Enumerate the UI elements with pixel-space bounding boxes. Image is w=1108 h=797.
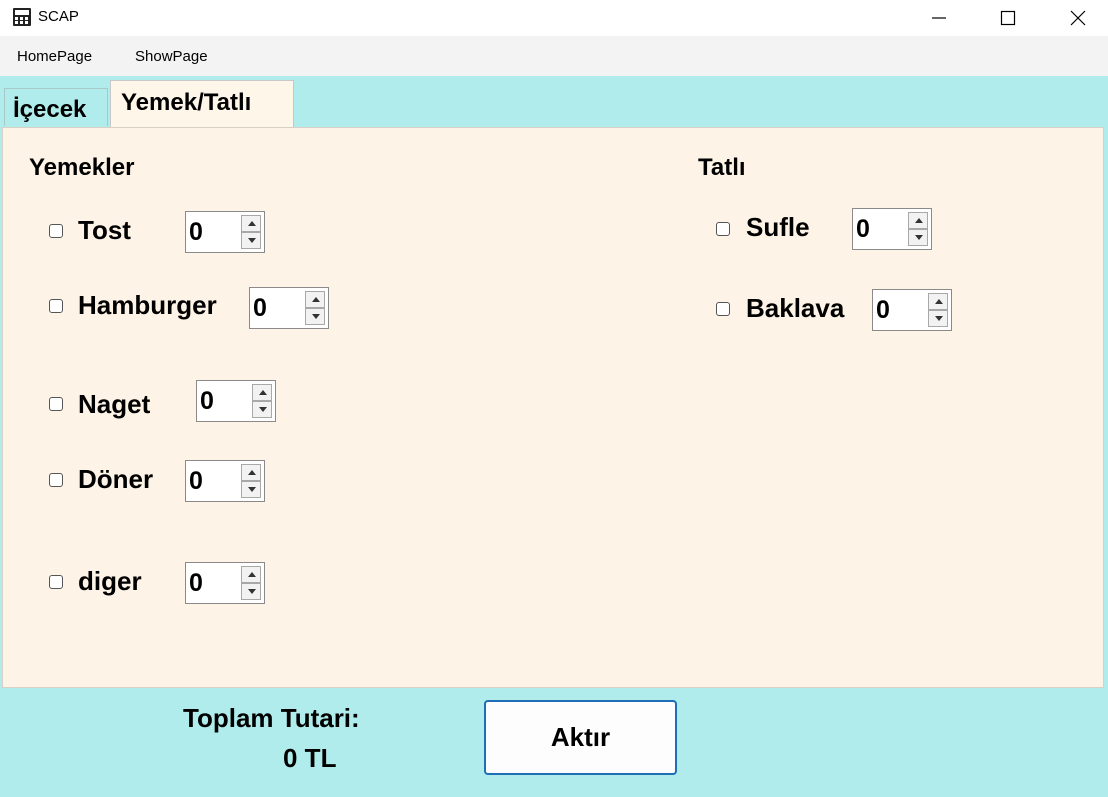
stepper-down-button[interactable]	[241, 232, 261, 249]
arrow-up-icon	[248, 470, 256, 475]
arrow-down-icon	[935, 316, 943, 321]
section-title-tatli: Tatlı	[698, 154, 746, 181]
quantity-stepper-hamburger[interactable]: 0	[249, 287, 329, 329]
tab-yemek-tatli[interactable]: Yemek/Tatlı	[110, 80, 294, 128]
arrow-up-icon	[915, 218, 923, 223]
title-bar: SCAP	[0, 0, 1108, 36]
arrow-up-icon	[248, 221, 256, 226]
total-label: Toplam Tutari:	[183, 703, 360, 733]
quantity-stepper-baklava[interactable]: 0	[872, 289, 952, 331]
stepper-down-button[interactable]	[908, 229, 928, 246]
arrow-down-icon	[248, 487, 256, 492]
quantity-value-doner: 0	[189, 467, 203, 495]
label-sufle: Sufle	[746, 212, 810, 242]
tab-icecek[interactable]: İçecek	[4, 88, 108, 126]
aktir-button[interactable]: Aktır	[484, 700, 677, 775]
checkbox-hamburger[interactable]	[49, 299, 63, 313]
stepper-down-button[interactable]	[305, 308, 325, 325]
quantity-value-hamburger: 0	[253, 294, 267, 322]
close-button[interactable]	[1055, 0, 1101, 36]
quantity-stepper-diger[interactable]: 0	[185, 562, 265, 604]
stepper-up-button[interactable]	[241, 464, 261, 481]
window-title: SCAP	[38, 8, 79, 25]
quantity-stepper-sufle[interactable]: 0	[852, 208, 932, 250]
label-baklava: Baklava	[746, 293, 845, 323]
quantity-value-tost: 0	[189, 218, 203, 246]
section-title-yemekler: Yemekler	[29, 154, 135, 181]
menu-item-homepage[interactable]: HomePage	[17, 48, 92, 65]
arrow-down-icon	[248, 238, 256, 243]
arrow-up-icon	[248, 572, 256, 577]
checkbox-tost[interactable]	[49, 224, 63, 238]
minimize-button[interactable]	[916, 0, 962, 36]
quantity-value-baklava: 0	[876, 296, 890, 324]
stepper-up-button[interactable]	[305, 291, 325, 308]
tab-yemek-tatli-label: Yemek/Tatlı	[121, 89, 252, 116]
label-naget: Naget	[78, 389, 151, 419]
arrow-up-icon	[259, 390, 267, 395]
stepper-up-button[interactable]	[241, 566, 261, 583]
checkbox-doner[interactable]	[49, 473, 63, 487]
arrow-up-icon	[935, 299, 943, 304]
quantity-stepper-naget[interactable]: 0	[196, 380, 276, 422]
tab-panel	[2, 127, 1104, 688]
quantity-value-naget: 0	[200, 387, 214, 415]
menu-bar: HomePage ShowPage	[0, 36, 1108, 76]
arrow-down-icon	[312, 314, 320, 319]
checkbox-naget[interactable]	[49, 397, 63, 411]
quantity-value-diger: 0	[189, 569, 203, 597]
label-hamburger: Hamburger	[78, 290, 217, 320]
calculator-icon	[13, 8, 31, 26]
arrow-down-icon	[248, 589, 256, 594]
quantity-stepper-tost[interactable]: 0	[185, 211, 265, 253]
stepper-up-button[interactable]	[908, 212, 928, 229]
quantity-value-sufle: 0	[856, 215, 870, 243]
stepper-down-button[interactable]	[241, 583, 261, 600]
label-diger: diger	[78, 566, 142, 596]
checkbox-baklava[interactable]	[716, 302, 730, 316]
total-value: 0 TL	[283, 743, 337, 773]
stepper-up-button[interactable]	[252, 384, 272, 401]
arrow-down-icon	[915, 235, 923, 240]
maximize-icon	[1000, 10, 1016, 26]
stepper-down-button[interactable]	[252, 401, 272, 418]
arrow-down-icon	[259, 407, 267, 412]
checkbox-sufle[interactable]	[716, 222, 730, 236]
tab-icecek-label: İçecek	[13, 96, 87, 123]
label-doner: Döner	[78, 464, 154, 494]
label-tost: Tost	[78, 215, 131, 245]
maximize-button[interactable]	[985, 0, 1031, 36]
menu-item-showpage[interactable]: ShowPage	[135, 48, 208, 65]
arrow-up-icon	[312, 297, 320, 302]
checkbox-diger[interactable]	[49, 575, 63, 589]
stepper-up-button[interactable]	[928, 293, 948, 310]
stepper-down-button[interactable]	[241, 481, 261, 498]
minimize-icon	[932, 17, 946, 19]
quantity-stepper-doner[interactable]: 0	[185, 460, 265, 502]
close-icon	[1070, 10, 1086, 26]
stepper-up-button[interactable]	[241, 215, 261, 232]
stepper-down-button[interactable]	[928, 310, 948, 327]
